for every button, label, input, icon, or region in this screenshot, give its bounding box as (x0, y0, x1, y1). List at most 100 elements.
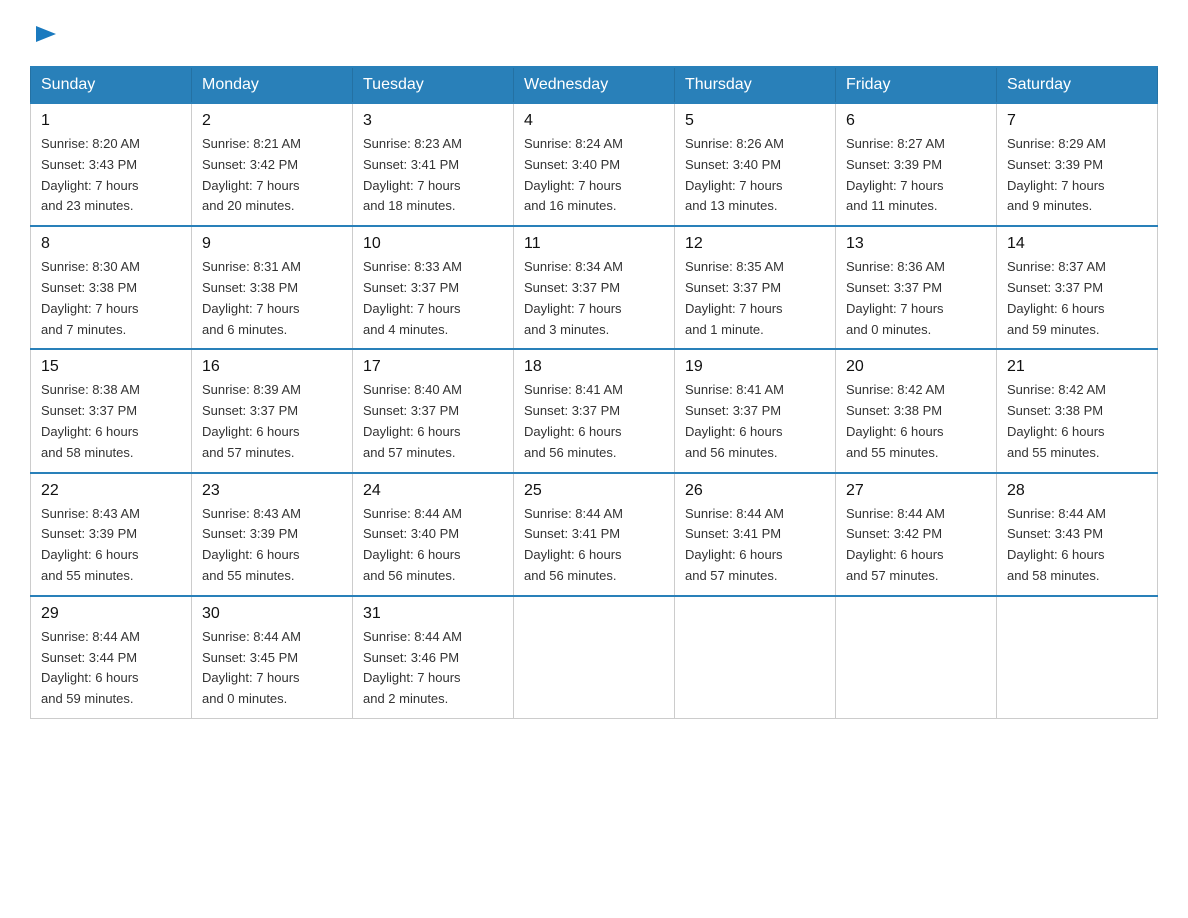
day-detail: Sunrise: 8:44 AMSunset: 3:43 PMDaylight:… (1007, 504, 1147, 587)
calendar-day-22: 22 Sunrise: 8:43 AMSunset: 3:39 PMDaylig… (31, 473, 192, 596)
day-detail: Sunrise: 8:44 AMSunset: 3:42 PMDaylight:… (846, 504, 986, 587)
day-detail: Sunrise: 8:21 AMSunset: 3:42 PMDaylight:… (202, 134, 342, 217)
day-detail: Sunrise: 8:35 AMSunset: 3:37 PMDaylight:… (685, 257, 825, 340)
calendar-day-12: 12 Sunrise: 8:35 AMSunset: 3:37 PMDaylig… (675, 226, 836, 349)
day-number: 9 (202, 235, 342, 253)
day-number: 20 (846, 358, 986, 376)
calendar-day-29: 29 Sunrise: 8:44 AMSunset: 3:44 PMDaylig… (31, 596, 192, 719)
calendar-day-23: 23 Sunrise: 8:43 AMSunset: 3:39 PMDaylig… (192, 473, 353, 596)
day-number: 1 (41, 112, 181, 130)
calendar-week-3: 15 Sunrise: 8:38 AMSunset: 3:37 PMDaylig… (31, 349, 1158, 472)
day-detail: Sunrise: 8:42 AMSunset: 3:38 PMDaylight:… (846, 380, 986, 463)
day-detail: Sunrise: 8:38 AMSunset: 3:37 PMDaylight:… (41, 380, 181, 463)
day-of-week-monday: Monday (192, 67, 353, 103)
day-number: 15 (41, 358, 181, 376)
day-number: 22 (41, 482, 181, 500)
day-number: 27 (846, 482, 986, 500)
calendar-day-19: 19 Sunrise: 8:41 AMSunset: 3:37 PMDaylig… (675, 349, 836, 472)
day-of-week-sunday: Sunday (31, 67, 192, 103)
calendar-day-10: 10 Sunrise: 8:33 AMSunset: 3:37 PMDaylig… (353, 226, 514, 349)
calendar-week-2: 8 Sunrise: 8:30 AMSunset: 3:38 PMDayligh… (31, 226, 1158, 349)
calendar-day-17: 17 Sunrise: 8:40 AMSunset: 3:37 PMDaylig… (353, 349, 514, 472)
logo-arrow-icon (32, 20, 60, 48)
calendar-day-6: 6 Sunrise: 8:27 AMSunset: 3:39 PMDayligh… (836, 103, 997, 226)
day-detail: Sunrise: 8:41 AMSunset: 3:37 PMDaylight:… (685, 380, 825, 463)
calendar-day-1: 1 Sunrise: 8:20 AMSunset: 3:43 PMDayligh… (31, 103, 192, 226)
calendar-day-5: 5 Sunrise: 8:26 AMSunset: 3:40 PMDayligh… (675, 103, 836, 226)
day-number: 12 (685, 235, 825, 253)
day-number: 5 (685, 112, 825, 130)
day-number: 25 (524, 482, 664, 500)
day-number: 30 (202, 605, 342, 623)
day-detail: Sunrise: 8:20 AMSunset: 3:43 PMDaylight:… (41, 134, 181, 217)
day-of-week-thursday: Thursday (675, 67, 836, 103)
day-detail: Sunrise: 8:29 AMSunset: 3:39 PMDaylight:… (1007, 134, 1147, 217)
calendar-day-8: 8 Sunrise: 8:30 AMSunset: 3:38 PMDayligh… (31, 226, 192, 349)
day-number: 13 (846, 235, 986, 253)
day-number: 26 (685, 482, 825, 500)
logo (30, 20, 60, 50)
calendar-day-2: 2 Sunrise: 8:21 AMSunset: 3:42 PMDayligh… (192, 103, 353, 226)
calendar-day-28: 28 Sunrise: 8:44 AMSunset: 3:43 PMDaylig… (997, 473, 1158, 596)
calendar-day-31: 31 Sunrise: 8:44 AMSunset: 3:46 PMDaylig… (353, 596, 514, 719)
day-number: 4 (524, 112, 664, 130)
day-of-week-friday: Friday (836, 67, 997, 103)
day-detail: Sunrise: 8:42 AMSunset: 3:38 PMDaylight:… (1007, 380, 1147, 463)
calendar-day-14: 14 Sunrise: 8:37 AMSunset: 3:37 PMDaylig… (997, 226, 1158, 349)
day-detail: Sunrise: 8:23 AMSunset: 3:41 PMDaylight:… (363, 134, 503, 217)
day-number: 24 (363, 482, 503, 500)
calendar-day-7: 7 Sunrise: 8:29 AMSunset: 3:39 PMDayligh… (997, 103, 1158, 226)
calendar-day-20: 20 Sunrise: 8:42 AMSunset: 3:38 PMDaylig… (836, 349, 997, 472)
day-detail: Sunrise: 8:44 AMSunset: 3:45 PMDaylight:… (202, 627, 342, 710)
calendar-day-30: 30 Sunrise: 8:44 AMSunset: 3:45 PMDaylig… (192, 596, 353, 719)
calendar-day-11: 11 Sunrise: 8:34 AMSunset: 3:37 PMDaylig… (514, 226, 675, 349)
day-detail: Sunrise: 8:26 AMSunset: 3:40 PMDaylight:… (685, 134, 825, 217)
day-number: 6 (846, 112, 986, 130)
day-detail: Sunrise: 8:30 AMSunset: 3:38 PMDaylight:… (41, 257, 181, 340)
calendar-day-3: 3 Sunrise: 8:23 AMSunset: 3:41 PMDayligh… (353, 103, 514, 226)
day-detail: Sunrise: 8:40 AMSunset: 3:37 PMDaylight:… (363, 380, 503, 463)
calendar-table: SundayMondayTuesdayWednesdayThursdayFrid… (30, 66, 1158, 719)
calendar-day-21: 21 Sunrise: 8:42 AMSunset: 3:38 PMDaylig… (997, 349, 1158, 472)
day-detail: Sunrise: 8:41 AMSunset: 3:37 PMDaylight:… (524, 380, 664, 463)
day-number: 17 (363, 358, 503, 376)
day-detail: Sunrise: 8:44 AMSunset: 3:41 PMDaylight:… (524, 504, 664, 587)
day-number: 14 (1007, 235, 1147, 253)
day-detail: Sunrise: 8:36 AMSunset: 3:37 PMDaylight:… (846, 257, 986, 340)
day-number: 16 (202, 358, 342, 376)
day-detail: Sunrise: 8:43 AMSunset: 3:39 PMDaylight:… (41, 504, 181, 587)
page-header (30, 20, 1158, 50)
day-detail: Sunrise: 8:27 AMSunset: 3:39 PMDaylight:… (846, 134, 986, 217)
day-detail: Sunrise: 8:44 AMSunset: 3:44 PMDaylight:… (41, 627, 181, 710)
calendar-week-4: 22 Sunrise: 8:43 AMSunset: 3:39 PMDaylig… (31, 473, 1158, 596)
empty-cell (997, 596, 1158, 719)
day-detail: Sunrise: 8:33 AMSunset: 3:37 PMDaylight:… (363, 257, 503, 340)
calendar-week-1: 1 Sunrise: 8:20 AMSunset: 3:43 PMDayligh… (31, 103, 1158, 226)
day-detail: Sunrise: 8:44 AMSunset: 3:40 PMDaylight:… (363, 504, 503, 587)
calendar-day-18: 18 Sunrise: 8:41 AMSunset: 3:37 PMDaylig… (514, 349, 675, 472)
day-detail: Sunrise: 8:44 AMSunset: 3:46 PMDaylight:… (363, 627, 503, 710)
day-number: 23 (202, 482, 342, 500)
days-of-week-row: SundayMondayTuesdayWednesdayThursdayFrid… (31, 67, 1158, 103)
day-detail: Sunrise: 8:44 AMSunset: 3:41 PMDaylight:… (685, 504, 825, 587)
calendar-day-24: 24 Sunrise: 8:44 AMSunset: 3:40 PMDaylig… (353, 473, 514, 596)
empty-cell (675, 596, 836, 719)
day-number: 8 (41, 235, 181, 253)
day-number: 2 (202, 112, 342, 130)
day-number: 7 (1007, 112, 1147, 130)
calendar-day-9: 9 Sunrise: 8:31 AMSunset: 3:38 PMDayligh… (192, 226, 353, 349)
empty-cell (836, 596, 997, 719)
calendar-day-27: 27 Sunrise: 8:44 AMSunset: 3:42 PMDaylig… (836, 473, 997, 596)
day-detail: Sunrise: 8:31 AMSunset: 3:38 PMDaylight:… (202, 257, 342, 340)
day-number: 21 (1007, 358, 1147, 376)
empty-cell (514, 596, 675, 719)
calendar-day-26: 26 Sunrise: 8:44 AMSunset: 3:41 PMDaylig… (675, 473, 836, 596)
day-number: 28 (1007, 482, 1147, 500)
day-number: 3 (363, 112, 503, 130)
calendar-day-16: 16 Sunrise: 8:39 AMSunset: 3:37 PMDaylig… (192, 349, 353, 472)
day-of-week-wednesday: Wednesday (514, 67, 675, 103)
day-detail: Sunrise: 8:37 AMSunset: 3:37 PMDaylight:… (1007, 257, 1147, 340)
day-number: 19 (685, 358, 825, 376)
day-detail: Sunrise: 8:34 AMSunset: 3:37 PMDaylight:… (524, 257, 664, 340)
day-detail: Sunrise: 8:24 AMSunset: 3:40 PMDaylight:… (524, 134, 664, 217)
